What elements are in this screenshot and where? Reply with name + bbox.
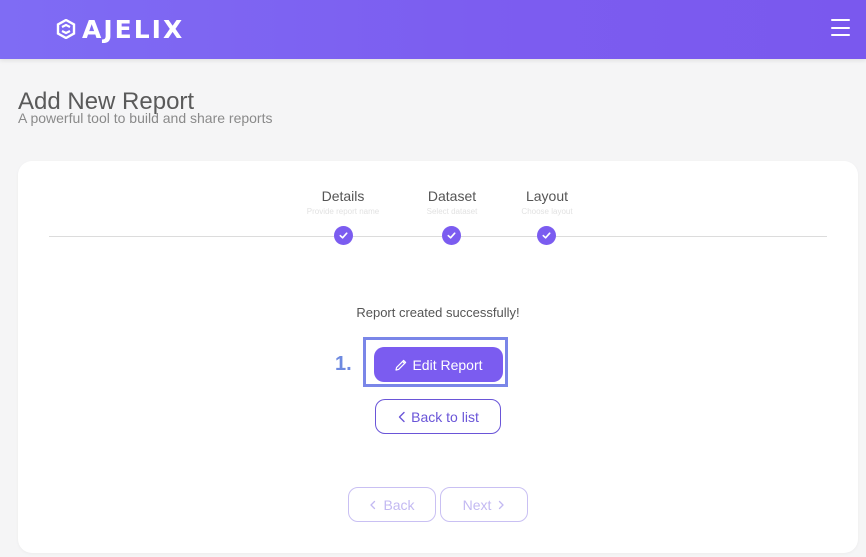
- annotation-marker: 1.: [335, 353, 352, 375]
- chevron-left-icon: [397, 411, 407, 423]
- step-dataset: Dataset Select dataset: [402, 188, 502, 216]
- chevron-right-icon: [497, 500, 505, 510]
- wizard-back-button[interactable]: Back: [348, 487, 436, 522]
- step-dataset-subtitle: Select dataset: [426, 207, 478, 216]
- step-layout-subtitle: Choose layout: [521, 207, 573, 216]
- step-layout: Layout Choose layout: [497, 188, 597, 216]
- edit-report-label: Edit Report: [412, 356, 483, 373]
- step-details-title: Details: [321, 188, 365, 204]
- hamburger-icon[interactable]: [831, 19, 850, 36]
- step-details-subtitle: Provide report name: [306, 207, 380, 216]
- brand-name: AJELIX: [82, 14, 185, 44]
- wizard-back-label: Back: [383, 496, 415, 513]
- brand-logo[interactable]: AJELIX: [56, 14, 184, 44]
- brand-logo-icon: [56, 19, 76, 39]
- chevron-left-icon: [369, 500, 377, 510]
- back-to-list-button[interactable]: Back to list: [375, 399, 501, 434]
- page-subtitle: A powerful tool to build and share repor…: [18, 110, 273, 126]
- back-to-list-label: Back to list: [411, 408, 479, 425]
- report-wizard-card: Details Provide report name Dataset Sele…: [18, 161, 858, 553]
- step-layout-check-icon: [537, 226, 556, 245]
- step-details-check-icon: [334, 226, 353, 245]
- top-bar: AJELIX: [0, 0, 866, 59]
- pencil-icon: [394, 358, 408, 372]
- success-message: Report created successfully!: [356, 305, 520, 320]
- wizard-next-button[interactable]: Next: [440, 487, 528, 522]
- step-dataset-title: Dataset: [427, 188, 477, 204]
- wizard-next-label: Next: [462, 496, 492, 513]
- stepper-line: [49, 236, 827, 237]
- step-details: Details Provide report name: [293, 188, 393, 216]
- step-layout-title: Layout: [525, 188, 569, 204]
- step-dataset-check-icon: [442, 226, 461, 245]
- edit-report-button[interactable]: Edit Report: [374, 347, 503, 382]
